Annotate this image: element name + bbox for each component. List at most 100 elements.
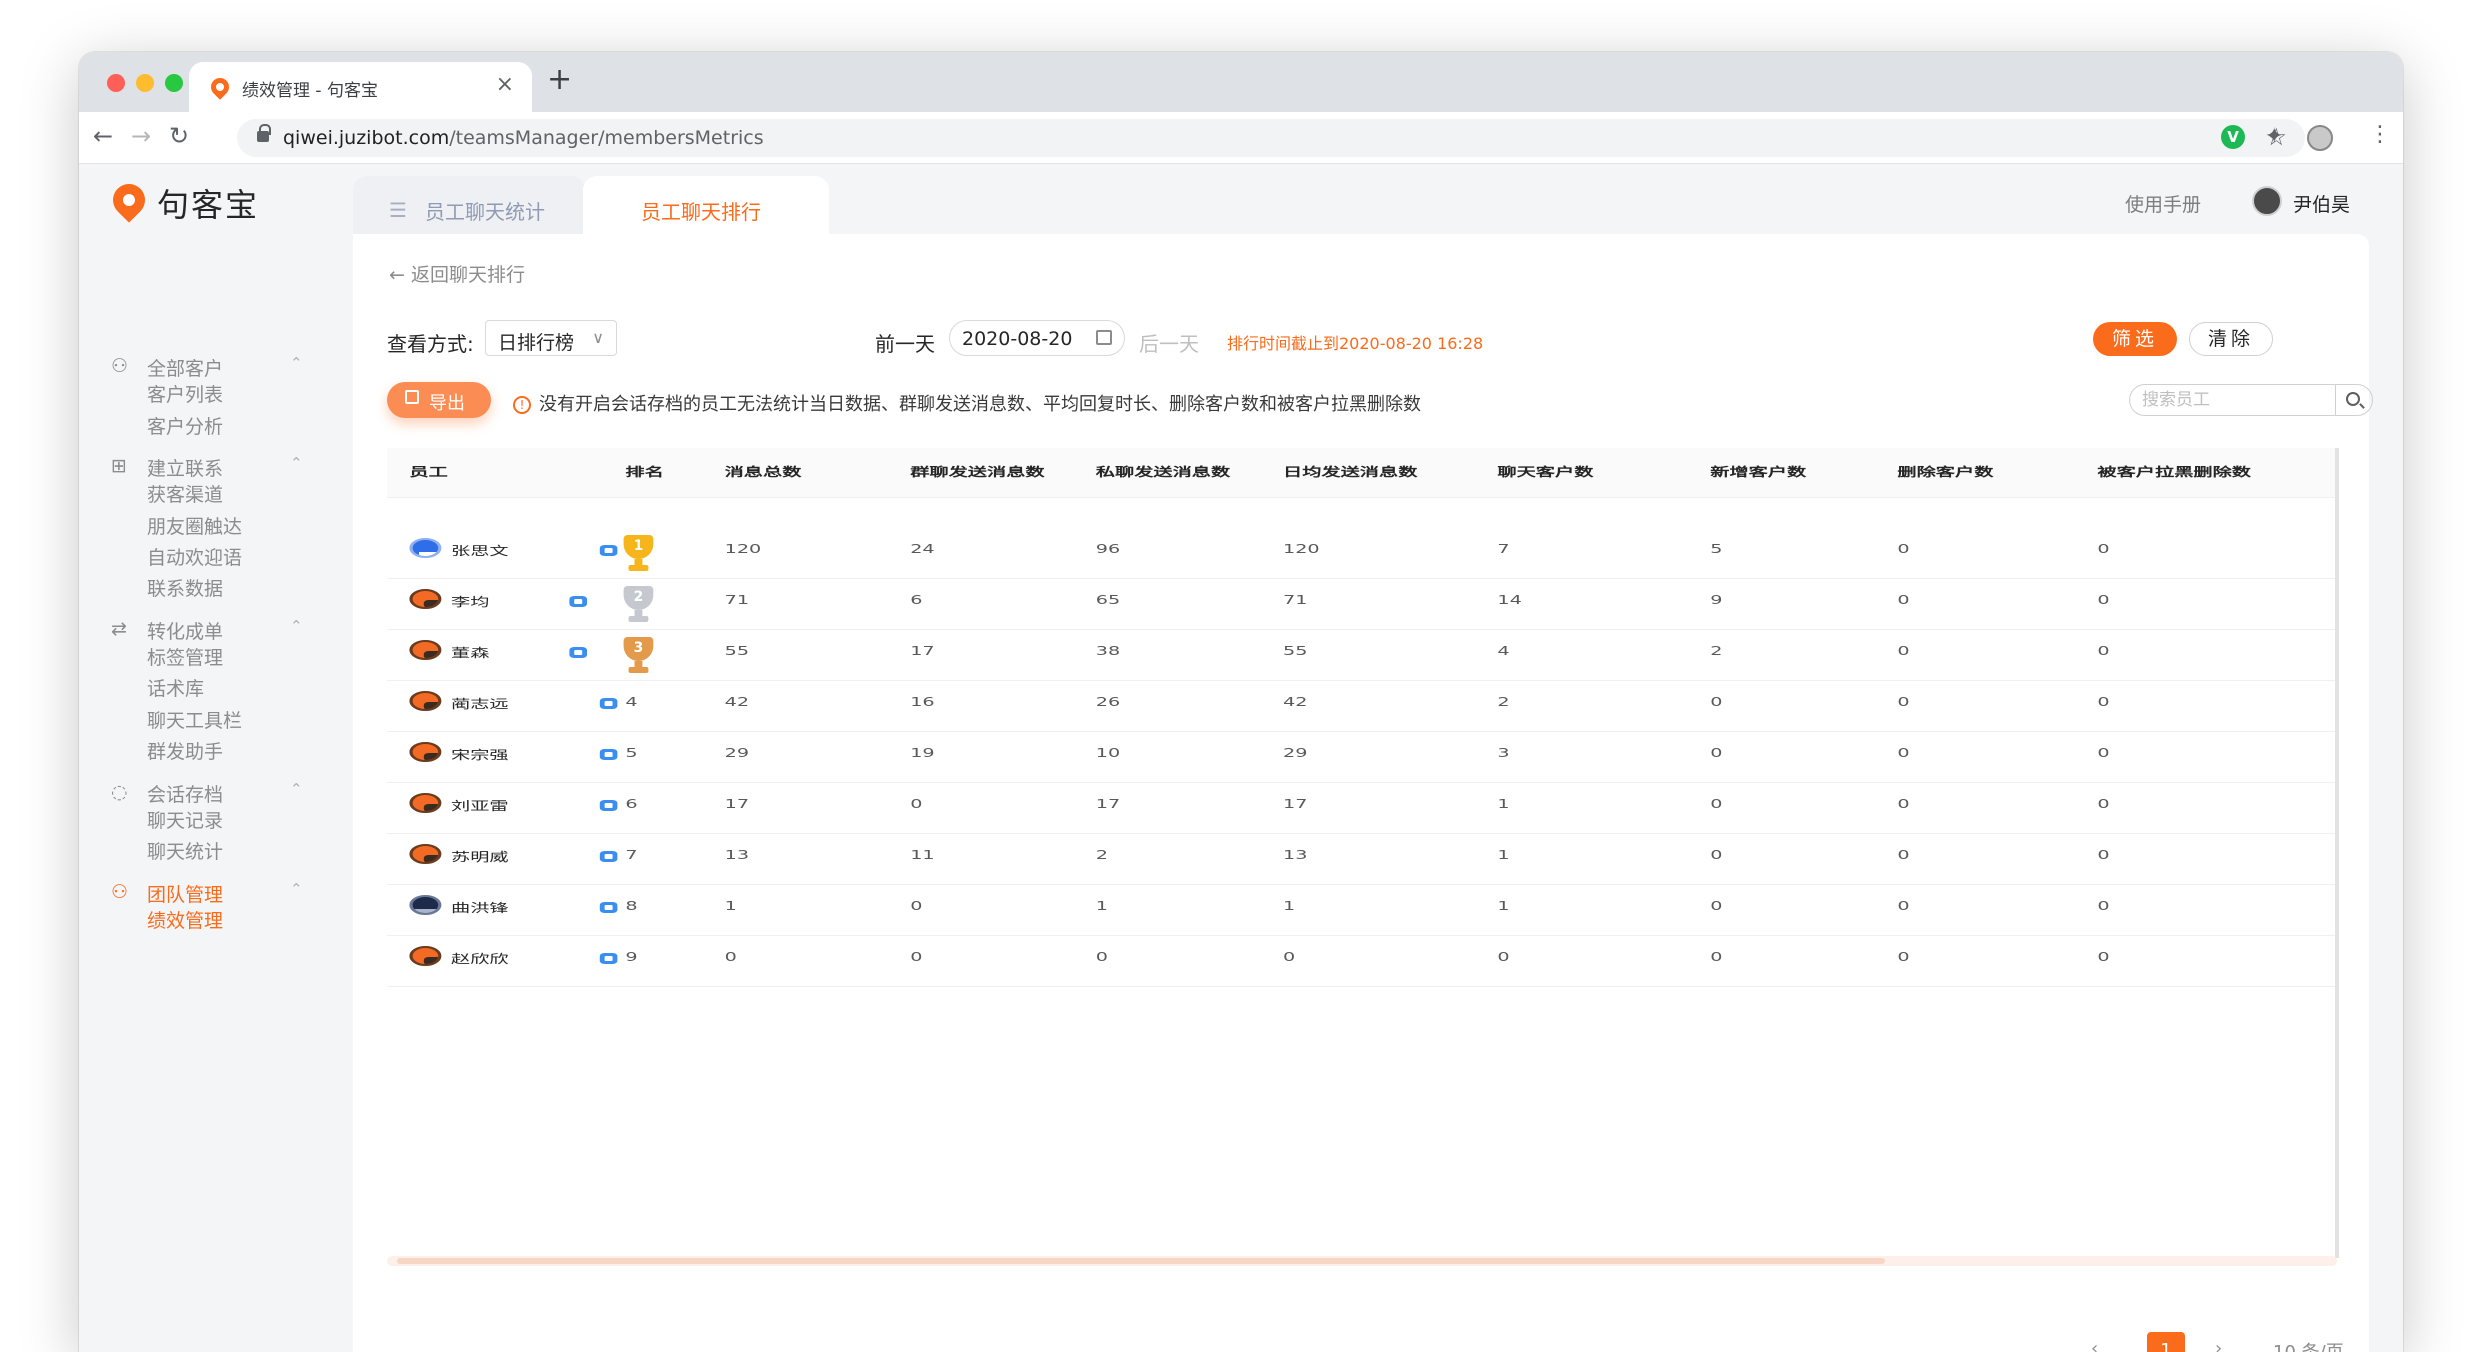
table-row[interactable]: 曲洪锋8101110001( bbox=[387, 885, 2338, 936]
url-text[interactable]: qiwei.juzibot.com/teamsManager/membersMe… bbox=[283, 127, 764, 149]
export-button[interactable]: 导出 bbox=[387, 382, 491, 418]
cell-blocked: 0 bbox=[2097, 950, 2110, 964]
clear-button[interactable]: 清除 bbox=[2189, 322, 2273, 356]
view-mode-select[interactable]: 日排行榜 ∨ bbox=[485, 320, 617, 356]
cell-total: 17 bbox=[724, 797, 750, 811]
sidebar-group-icon: ⚇ bbox=[111, 881, 129, 903]
table-row[interactable]: 李均27166571149001( bbox=[387, 579, 2338, 630]
column-header[interactable]: 聊天客户数 bbox=[1497, 463, 1593, 480]
pager-prev-button[interactable]: ‹ bbox=[2091, 1338, 2098, 1352]
column-header[interactable]: 消息总数 bbox=[725, 463, 802, 480]
cell-group: 17 bbox=[910, 644, 935, 658]
sidebar-item[interactable]: 群发助手 bbox=[147, 737, 223, 764]
sidebar-item[interactable]: 话术库 bbox=[147, 674, 204, 701]
user-name[interactable]: 尹伯昊 bbox=[2293, 190, 2350, 217]
table-row[interactable]: 苏明威7131121310001( bbox=[387, 834, 2338, 885]
employee-name[interactable]: 曲洪锋 bbox=[451, 899, 509, 916]
employee-search-input[interactable] bbox=[2142, 389, 2342, 411]
forward-arrow-icon[interactable]: → bbox=[131, 122, 151, 150]
tab-close-icon[interactable]: × bbox=[496, 72, 514, 97]
table-row[interactable]: 董森35517385542001( bbox=[387, 630, 2338, 681]
employee-name[interactable]: 刘亚雷 bbox=[451, 797, 509, 814]
new-tab-button[interactable]: + bbox=[547, 62, 572, 97]
cell-total: 13 bbox=[724, 848, 750, 862]
browser-menu-icon[interactable]: ⋮ bbox=[2369, 122, 2391, 147]
back-to-ranking-link[interactable]: ← 返回聊天排行 bbox=[389, 260, 525, 287]
prev-day-button[interactable]: 前一天 bbox=[875, 328, 935, 357]
cell-del: 0 bbox=[1897, 899, 1910, 913]
user-manual-link[interactable]: 使用手册 bbox=[2125, 190, 2201, 217]
employee-avatar bbox=[409, 691, 442, 711]
sidebar-item[interactable]: 绩效管理 bbox=[147, 906, 223, 933]
table-row[interactable]: 刘亚雷6170171710001( bbox=[387, 783, 2338, 834]
sidebar-item[interactable]: 客户分析 bbox=[147, 412, 223, 439]
pager-page-current[interactable]: 1 bbox=[2147, 1332, 2185, 1352]
column-header[interactable]: 私聊发送消息数 bbox=[1096, 463, 1230, 480]
employee-name[interactable]: 蔺志远 bbox=[451, 695, 509, 712]
address-bar[interactable]: qiwei.juzibot.com/teamsManager/membersMe… bbox=[237, 119, 2305, 157]
export-label: 导出 bbox=[429, 393, 465, 414]
cell-daily: 42 bbox=[1283, 695, 1308, 709]
back-arrow-icon[interactable]: ← bbox=[93, 122, 113, 150]
sidebar-item[interactable]: 朋友圈触达 bbox=[147, 512, 242, 539]
filter-button[interactable]: 筛选 bbox=[2093, 322, 2177, 356]
table-horizontal-scrollbar[interactable] bbox=[387, 1256, 2337, 1266]
wecom-badge-icon bbox=[569, 647, 587, 658]
extensions-puzzle-icon[interactable]: ✦ bbox=[2265, 124, 2283, 149]
sidebar-item[interactable]: 联系数据 bbox=[147, 574, 223, 601]
sidebar-item[interactable]: 聊天记录 bbox=[147, 806, 223, 833]
extension-v-icon[interactable]: V bbox=[2221, 125, 2245, 149]
chevron-up-icon: ⌃ bbox=[290, 780, 303, 798]
cell-del: 0 bbox=[1897, 695, 1910, 709]
employee-name[interactable]: 董森 bbox=[451, 644, 489, 661]
cell-private: 38 bbox=[1095, 644, 1121, 658]
employee-avatar bbox=[409, 640, 442, 660]
tab-member-chat-stats[interactable]: ☰ 员工聊天统计 bbox=[353, 176, 585, 240]
next-day-button[interactable]: 后一天 bbox=[1139, 328, 1199, 357]
cell-blocked: 0 bbox=[2097, 797, 2110, 811]
employee-name[interactable]: 苏明威 bbox=[451, 848, 509, 865]
column-header[interactable]: 被客户拉黑删除数 bbox=[2097, 463, 2251, 480]
zoom-window-button[interactable] bbox=[165, 74, 183, 92]
cell-daily: 17 bbox=[1283, 797, 1308, 811]
sidebar-item[interactable]: 客户列表 bbox=[147, 380, 223, 407]
pager-size-select[interactable]: 10 条/页 bbox=[2273, 1338, 2344, 1352]
browser-tab-active[interactable]: 绩效管理 - 句客宝 × bbox=[189, 62, 532, 112]
column-header[interactable]: 日均发送消息数 bbox=[1283, 463, 1417, 480]
cell-group: 24 bbox=[910, 542, 935, 556]
column-header[interactable]: 群聊发送消息数 bbox=[910, 463, 1044, 480]
cell-group: 0 bbox=[910, 899, 923, 913]
tab-member-chat-ranking[interactable]: 员工聊天排行 bbox=[583, 176, 829, 240]
search-icon[interactable] bbox=[2346, 392, 2360, 406]
cell-group: 0 bbox=[910, 950, 923, 964]
employee-name[interactable]: 宋宗强 bbox=[451, 746, 509, 763]
close-window-button[interactable] bbox=[107, 74, 125, 92]
sidebar-item[interactable]: 聊天工具栏 bbox=[147, 706, 242, 733]
user-avatar[interactable] bbox=[2252, 186, 2282, 216]
pager-next-button[interactable]: › bbox=[2215, 1338, 2222, 1352]
minimize-window-button[interactable] bbox=[136, 74, 154, 92]
employee-name[interactable]: 赵欣欣 bbox=[451, 950, 509, 967]
column-header[interactable]: 删除客户数 bbox=[1897, 463, 1993, 480]
sidebar-item[interactable]: 标签管理 bbox=[147, 643, 223, 670]
scrollbar-thumb[interactable] bbox=[397, 1258, 1885, 1264]
sidebar-item[interactable]: 自动欢迎语 bbox=[147, 543, 242, 570]
profile-avatar-icon[interactable] bbox=[2307, 125, 2333, 151]
screen: 绩效管理 - 句客宝 × + ← → ↻ qiwei.juzibot.com/t… bbox=[0, 0, 2480, 1352]
sidebar-item[interactable]: 聊天统计 bbox=[147, 837, 223, 864]
cell-daily: 0 bbox=[1283, 950, 1296, 964]
table-row[interactable]: 赵欣欣9000000000( bbox=[387, 936, 2338, 987]
employee-search[interactable] bbox=[2129, 384, 2373, 416]
column-header[interactable]: 新增客户数 bbox=[1710, 463, 1806, 480]
date-picker[interactable]: 2020-08-20 bbox=[949, 320, 1125, 356]
cell-del: 0 bbox=[1897, 848, 1910, 862]
table-row[interactable]: 宋宗强52919102930001( bbox=[387, 732, 2338, 783]
table-row[interactable]: 张思文1120249612075001( bbox=[387, 528, 2338, 579]
wecom-badge-icon bbox=[599, 545, 618, 556]
table-row[interactable]: 蔺志远44216264220006( bbox=[387, 681, 2338, 732]
employee-name[interactable]: 李均 bbox=[451, 593, 489, 610]
reload-icon[interactable]: ↻ bbox=[169, 122, 189, 150]
sidebar-item[interactable]: 获客渠道 bbox=[147, 480, 223, 507]
employee-avatar bbox=[409, 895, 442, 915]
employee-name[interactable]: 张思文 bbox=[451, 542, 509, 559]
